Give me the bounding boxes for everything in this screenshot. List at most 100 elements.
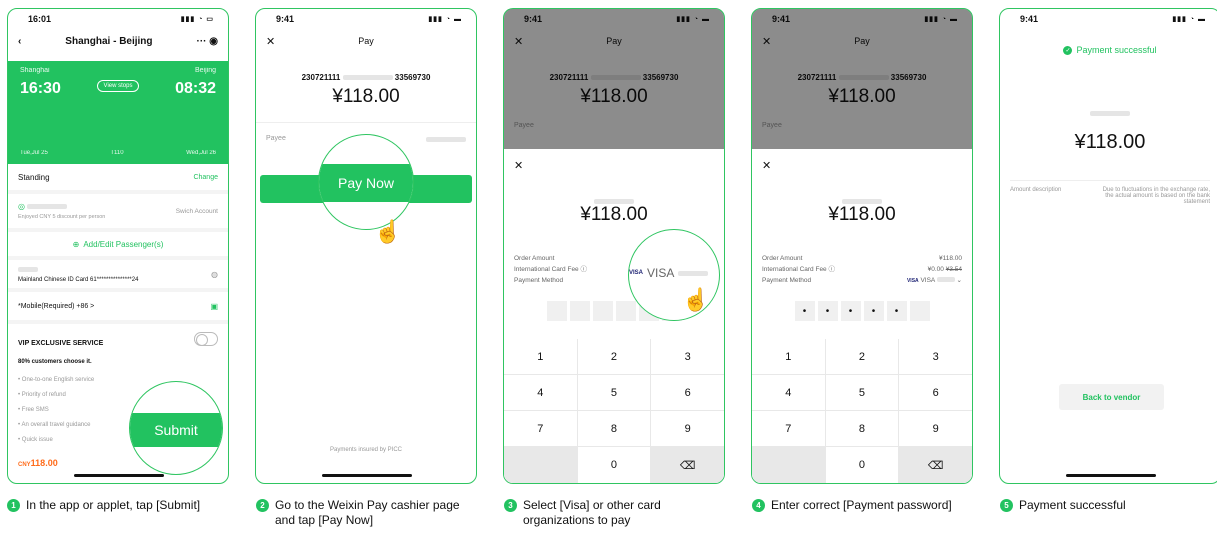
plus-icon: ⊕ (72, 239, 80, 249)
seat-type: Standing (18, 172, 50, 182)
mobile-row[interactable]: *Mobile(Required) +86 > ▣ (8, 292, 228, 324)
sheet-amount: ¥118.00 (580, 204, 648, 225)
key-7[interactable]: 7 (752, 411, 825, 446)
key-9[interactable]: 9 (899, 411, 972, 446)
success-text: Payment successful (1076, 45, 1157, 55)
fee-value: ¥0.00 (927, 266, 944, 273)
view-stops-button[interactable]: View stops (96, 80, 140, 92)
key-6[interactable]: 6 (899, 375, 972, 410)
check-icon: ✓ (1063, 45, 1073, 55)
train-info-card: Shanghai Beijing 16:30 View stops 08:32 … (8, 61, 228, 164)
key-3[interactable]: 3 (651, 339, 724, 374)
passenger-row[interactable]: Mainland Chinese ID Card 61*************… (8, 260, 228, 292)
from-city: Shanghai (20, 67, 50, 74)
payee-name-blurred (426, 137, 466, 142)
status-time: 9:41 (1020, 14, 1039, 24)
status-bar: 9:41 ▮▮▮ ◔ ▬ (1000, 9, 1217, 29)
tap-hand-icon: ☝ (682, 287, 710, 312)
contacts-icon[interactable]: ▣ (210, 302, 218, 311)
status-time: 16:01 (28, 14, 52, 24)
discount-text: Enjoyed CNY 5 discount per person (18, 214, 106, 220)
close-sheet-icon[interactable]: ✕ (514, 159, 523, 172)
submit-magnifier: Submit (129, 381, 223, 475)
phone-step-2: 9:41 ▮▮▮ ◔ ▬ ✕ Pay 230721111 33569730 ¥1… (255, 8, 477, 484)
visa-logo-icon: VISA (629, 270, 644, 276)
pay-amount: ¥118.00 (332, 86, 400, 107)
signal-wifi-battery-icon: ▮▮▮ ◔ ▬ (428, 16, 462, 23)
signal-wifi-battery-icon: ▮▮▮ ◔ ▭ (180, 16, 214, 23)
key-1[interactable]: 1 (504, 339, 577, 374)
backspace-icon[interactable]: ⌫ (899, 447, 972, 483)
key-7[interactable]: 7 (504, 411, 577, 446)
key-3[interactable]: 3 (899, 339, 972, 374)
order-details: Order Amount ¥118.00 International Card F… (762, 253, 962, 287)
fee-old-value: ¥3.54 (945, 266, 962, 273)
home-indicator (1066, 474, 1156, 477)
number-keypad: 1 2 3 4 5 6 7 8 9 0 ⌫ (504, 339, 724, 483)
pay-now-button[interactable]: Pay Now (319, 164, 413, 202)
key-8[interactable]: 8 (825, 411, 899, 446)
add-passenger-label: Add/Edit Passenger(s) (83, 239, 164, 249)
key-0[interactable]: 0 (577, 447, 651, 483)
dim-overlay[interactable] (752, 9, 972, 149)
submit-button[interactable]: Submit (130, 413, 222, 447)
tap-hand-icon: ☝ (374, 219, 402, 244)
key-4[interactable]: 4 (504, 375, 577, 410)
change-link[interactable]: Change (193, 174, 218, 181)
nav-bar: ‹ Shanghai - Beijing ··· ◉ (8, 29, 228, 53)
payment-method-value[interactable]: VISA VISA ⌄ (907, 275, 962, 287)
paid-amount: ¥118.00 (1074, 131, 1146, 153)
password-boxes[interactable]: • • • • • (752, 301, 972, 321)
back-to-vendor-button[interactable]: Back to vendor (1059, 384, 1164, 410)
key-8[interactable]: 8 (577, 411, 651, 446)
page-title: Shanghai - Beijing (65, 35, 153, 47)
account-icon: ◎ (18, 202, 25, 211)
key-2[interactable]: 2 (825, 339, 899, 374)
key-5[interactable]: 5 (825, 375, 899, 410)
account-row[interactable]: ◎ Enjoyed CNY 5 discount per person Swic… (8, 194, 228, 232)
switch-account-link[interactable]: Swich Account (176, 208, 218, 215)
mobile-label: *Mobile(Required) +86 > (18, 302, 95, 310)
visa-option[interactable]: VISA VISA (629, 266, 709, 280)
key-2[interactable]: 2 (577, 339, 651, 374)
vip-title: VIP EXCLUSIVE SERVICE (18, 340, 104, 347)
key-9[interactable]: 9 (651, 411, 724, 446)
key-6[interactable]: 6 (651, 375, 724, 410)
key-1[interactable]: 1 (752, 339, 825, 374)
key-blank (504, 447, 577, 483)
passenger-name-blurred (18, 267, 38, 272)
caption-step-4: 4 Enter correct [Payment password] (752, 498, 952, 513)
key-blank (752, 447, 825, 483)
close-icon[interactable]: ✕ (266, 35, 275, 48)
key-5[interactable]: 5 (577, 375, 651, 410)
status-time: 9:41 (276, 14, 295, 24)
payee-label: Payee (266, 135, 286, 142)
amount-description: Amount description Due to fluctuations i… (1000, 181, 1217, 211)
phone-step-4: 9:41 ▮▮▮ ◔ ▬ ✕ Pay 230721111 33569730 ¥1… (751, 8, 973, 484)
caption-step-3: 3 Select [Visa] or other card organizatio… (504, 498, 724, 528)
arrive-time: 08:32 (175, 80, 216, 97)
merchant-blurred (1090, 111, 1130, 116)
vip-subtitle: 80% customers choose it. (18, 359, 92, 365)
depart-time: 16:30 (20, 80, 61, 97)
status-bar: 16:01 ▮▮▮ ◔ ▭ (8, 9, 228, 29)
dim-overlay[interactable] (504, 9, 724, 149)
close-sheet-icon[interactable]: ✕ (762, 159, 771, 172)
insurance-note: Payments insured by PICC (329, 447, 403, 453)
desc-label: Amount description (1010, 187, 1062, 193)
key-0[interactable]: 0 (825, 447, 899, 483)
home-indicator (74, 474, 164, 477)
home-indicator (322, 474, 412, 477)
depart-date: Tue,Jul 25 (20, 150, 48, 156)
id-card-text: Mainland Chinese ID Card 61*************… (18, 277, 139, 283)
sheet-amount: ¥118.00 (828, 204, 896, 225)
vip-toggle[interactable] (194, 332, 218, 346)
back-icon[interactable]: ‹ (18, 36, 21, 47)
key-4[interactable]: 4 (752, 375, 825, 410)
more-icon[interactable]: ··· ◉ (196, 36, 218, 47)
add-passenger-button[interactable]: ⊕ Add/Edit Passenger(s) (8, 232, 228, 260)
backspace-icon[interactable]: ⌫ (651, 447, 724, 483)
card-number: 230721111 33569730 (301, 73, 431, 82)
seat-row[interactable]: Standing Change (8, 164, 228, 194)
nav-bar: ✕ Pay (256, 29, 476, 53)
